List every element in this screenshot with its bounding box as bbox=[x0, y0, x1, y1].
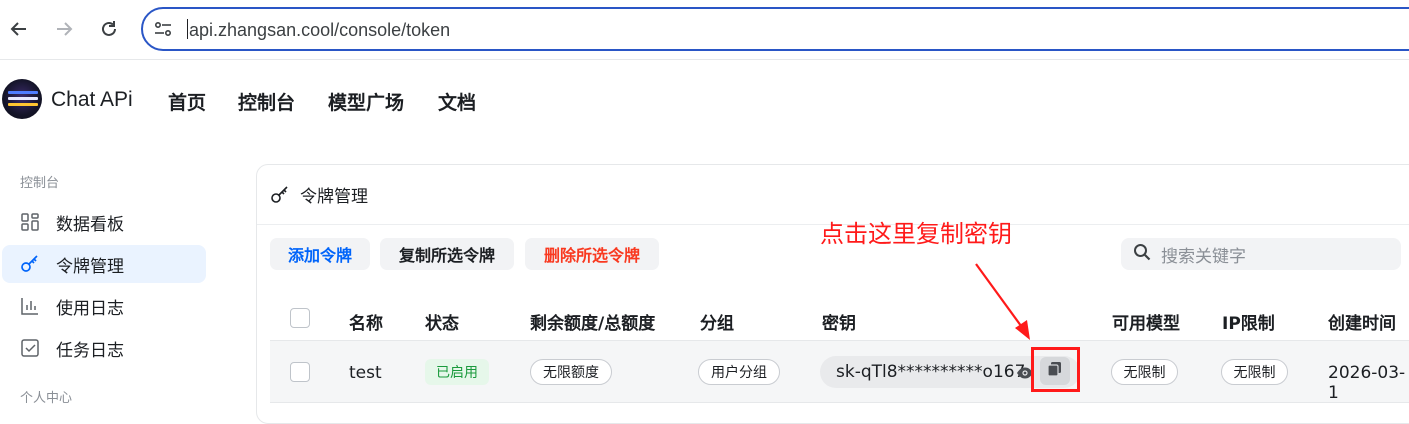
ip-tag: 无限制 bbox=[1221, 359, 1288, 385]
sidebar-item-label: 使用日志 bbox=[56, 298, 124, 319]
nav-docs[interactable]: 文档 bbox=[438, 88, 476, 115]
token-name: test bbox=[349, 363, 382, 383]
copy-selected-button[interactable]: 复制所选令牌 bbox=[380, 238, 514, 270]
col-ip: IP限制 bbox=[1222, 314, 1275, 334]
row-checkbox[interactable] bbox=[290, 362, 310, 382]
nav-home[interactable]: 首页 bbox=[168, 88, 206, 115]
brand-name[interactable]: Chat APi bbox=[51, 88, 133, 112]
browser-toolbar: api.zhangsan.cool/console/token bbox=[0, 0, 1409, 60]
checkbox-icon bbox=[20, 338, 40, 358]
col-name: 名称 bbox=[349, 314, 383, 334]
app-header: Chat APi 首页 控制台 模型广场 文档 bbox=[0, 62, 1409, 142]
key-text: sk-qTl8**********o167 bbox=[836, 362, 1026, 382]
col-status: 状态 bbox=[425, 314, 459, 334]
sidebar-item-token[interactable]: 令牌管理 bbox=[2, 245, 206, 283]
models-tag: 无限制 bbox=[1111, 359, 1178, 385]
key-icon bbox=[20, 254, 40, 274]
group-tag: 用户分组 bbox=[698, 359, 780, 385]
sidebar-item-label: 令牌管理 bbox=[56, 256, 124, 277]
card-title: 令牌管理 bbox=[270, 182, 368, 207]
sidebar-item-label: 任务日志 bbox=[56, 340, 124, 361]
col-key: 密钥 bbox=[822, 314, 856, 334]
select-all-checkbox[interactable] bbox=[290, 308, 310, 328]
search-input[interactable]: 搜索关键字 bbox=[1121, 238, 1401, 270]
back-button[interactable] bbox=[4, 14, 34, 44]
arrow-right-icon bbox=[57, 22, 73, 36]
nav-model-square[interactable]: 模型广场 bbox=[328, 88, 404, 115]
created-time: 2026-03-1 bbox=[1328, 363, 1406, 403]
search-icon bbox=[1133, 243, 1151, 265]
annotation-arrow bbox=[975, 263, 1030, 340]
url-text: api.zhangsan.cool/console/token bbox=[189, 20, 451, 40]
highlight-box bbox=[1031, 347, 1080, 392]
key-icon bbox=[270, 185, 290, 205]
page-title: 令牌管理 bbox=[300, 187, 368, 207]
col-quota: 剩余额度/总额度 bbox=[530, 314, 656, 334]
sidebar-group-console: 控制台 bbox=[20, 176, 60, 191]
quota-tag: 无限额度 bbox=[530, 359, 612, 385]
sidebar: 控制台 数据看板 令牌管理 使用日志 任务日志 个人中心 bbox=[0, 160, 220, 417]
nav-console[interactable]: 控制台 bbox=[238, 88, 295, 115]
delete-selected-button[interactable]: 删除所选令牌 bbox=[525, 238, 659, 270]
site-info-icon[interactable] bbox=[153, 20, 173, 42]
arrow-left-icon bbox=[10, 22, 26, 36]
forward-button[interactable] bbox=[49, 14, 79, 44]
logo[interactable] bbox=[2, 79, 42, 119]
sidebar-item-usage-log[interactable]: 使用日志 bbox=[2, 287, 206, 325]
annotation-text: 点击这里复制密钥 bbox=[820, 220, 1012, 248]
dashboard-icon bbox=[20, 212, 40, 232]
col-models: 可用模型 bbox=[1112, 314, 1180, 334]
bar-chart-icon bbox=[20, 296, 40, 316]
sidebar-group-personal: 个人中心 bbox=[20, 391, 73, 406]
sidebar-item-dashboard[interactable]: 数据看板 bbox=[2, 203, 206, 241]
reload-button[interactable] bbox=[94, 14, 124, 44]
search-placeholder: 搜索关键字 bbox=[1161, 246, 1246, 267]
col-created: 创建时间 bbox=[1328, 314, 1396, 334]
address-bar[interactable]: api.zhangsan.cool/console/token bbox=[141, 7, 1409, 51]
reload-icon bbox=[102, 21, 116, 36]
sidebar-item-task-log[interactable]: 任务日志 bbox=[2, 329, 206, 367]
add-token-button[interactable]: 添加令牌 bbox=[270, 238, 370, 270]
col-group: 分组 bbox=[700, 314, 734, 334]
status-badge: 已启用 bbox=[425, 359, 489, 385]
sidebar-item-label: 数据看板 bbox=[56, 214, 124, 235]
